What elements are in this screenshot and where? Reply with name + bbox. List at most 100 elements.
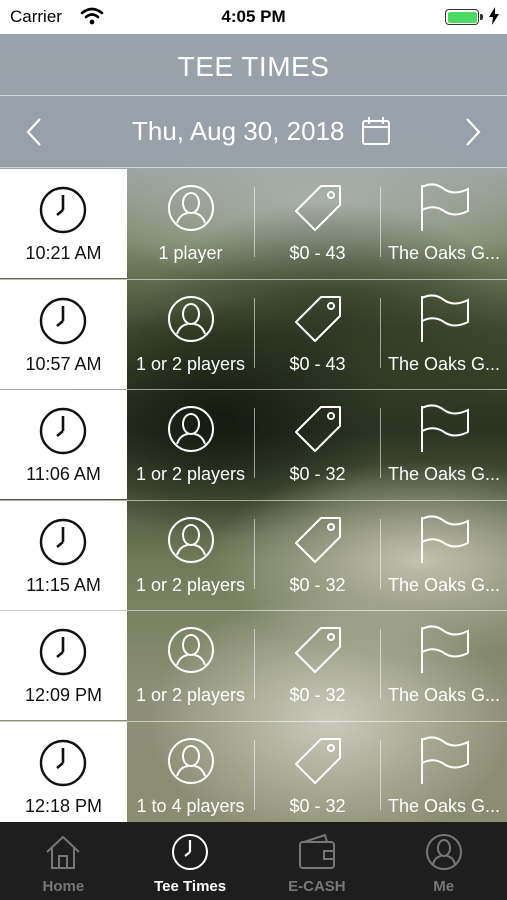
course-label: The Oaks G... <box>387 464 501 485</box>
user-icon <box>166 736 216 791</box>
tee-time-row[interactable]: 12:09 PM 1 or 2 players $0 - 32 The Oaks… <box>0 611 507 722</box>
battery-tip <box>480 14 483 20</box>
price-label: $0 - 43 <box>289 243 346 263</box>
players-label: 1 to 4 players <box>136 795 245 816</box>
status-bar: Carrier 4:05 PM <box>0 0 507 34</box>
tab-label: Me <box>433 878 455 895</box>
course-cell: The Oaks G... <box>381 280 507 389</box>
tee-time-row[interactable]: 12:18 PM 1 to 4 players $0 - 32 The Oaks… <box>0 721 507 833</box>
flag-icon <box>418 404 470 459</box>
course-cell: The Oaks G... <box>381 390 507 499</box>
tee-time-row[interactable]: 11:06 AM 1 or 2 players $0 - 32 The Oaks… <box>0 390 507 501</box>
price-label: $0 - 32 <box>289 464 346 485</box>
tee-time-row[interactable]: 10:57 AM 1 or 2 players $0 - 43 The Oaks… <box>0 279 507 391</box>
calendar-icon[interactable] <box>361 116 391 151</box>
course-label: The Oaks G... <box>387 574 501 595</box>
price-tag-icon <box>293 294 343 349</box>
price-cell: $0 - 43 <box>255 280 380 389</box>
tab-bar: Home Tee Times E-CASH Me <box>0 822 507 900</box>
tee-time-cell: 12:09 PM <box>0 611 127 721</box>
tee-time-cell: 11:06 AM <box>0 390 127 500</box>
players-cell: 1 to 4 players <box>127 722 254 831</box>
tee-time-cell: 11:15 AM <box>0 500 127 610</box>
tee-time-label: 10:21 AM <box>25 243 102 263</box>
tee-time-label: 12:18 PM <box>24 795 103 816</box>
players-label: 1 or 2 players <box>135 685 246 706</box>
previous-day-button[interactable] <box>20 116 50 148</box>
course-label: The Oaks G... <box>387 353 501 374</box>
course-label: The Oaks G... <box>387 243 501 263</box>
price-cell: $0 - 32 <box>255 722 380 831</box>
clock-icon <box>38 738 88 793</box>
tab-home[interactable]: Home <box>0 822 127 900</box>
user-icon <box>424 832 464 877</box>
price-label: $0 - 32 <box>289 795 346 816</box>
tee-time-cell: 10:21 AM <box>0 169 127 278</box>
clock-icon <box>38 406 88 461</box>
players-label: 1 or 2 players <box>135 464 246 485</box>
flag-icon <box>418 515 470 570</box>
price-label: $0 - 43 <box>289 353 346 374</box>
tab-label: Home <box>42 878 85 895</box>
price-cell: $0 - 32 <box>255 390 380 499</box>
user-icon <box>166 183 216 238</box>
tee-time-cell: 12:18 PM <box>0 721 127 831</box>
tee-time-list: 10:21 AM 1 player $0 - 43 The Oaks G... … <box>0 169 507 833</box>
price-label: $0 - 32 <box>289 685 346 706</box>
tee-time-row[interactable]: 10:21 AM 1 player $0 - 43 The Oaks G... <box>0 169 507 280</box>
tee-time-label: 12:09 PM <box>24 685 103 706</box>
course-cell: The Oaks G... <box>381 611 507 720</box>
players-cell: 1 player <box>127 169 254 278</box>
tee-time-label: 11:15 AM <box>26 574 101 595</box>
tab-me[interactable]: Me <box>380 822 507 900</box>
next-day-button[interactable] <box>457 116 487 148</box>
flag-icon <box>418 294 470 349</box>
wallet-icon <box>297 832 337 877</box>
tab-e-cash[interactable]: E-CASH <box>254 822 381 900</box>
flag-icon <box>418 736 470 791</box>
status-time: 4:05 PM <box>221 7 286 26</box>
price-label: $0 - 32 <box>289 574 346 595</box>
selected-date[interactable]: Thu, Aug 30, 2018 <box>132 116 345 147</box>
price-cell: $0 - 43 <box>255 169 380 278</box>
course-cell: The Oaks G... <box>381 722 507 831</box>
players-cell: 1 or 2 players <box>127 611 254 720</box>
charging-icon <box>489 7 499 29</box>
tee-time-row[interactable]: 11:15 AM 1 or 2 players $0 - 32 The Oaks… <box>0 500 507 612</box>
user-icon <box>166 625 216 680</box>
price-tag-icon <box>293 736 343 791</box>
user-icon <box>166 294 216 349</box>
course-cell: The Oaks G... <box>381 169 507 278</box>
price-cell: $0 - 32 <box>255 501 380 610</box>
user-icon <box>166 515 216 570</box>
clock-icon <box>38 296 88 351</box>
clock-icon <box>38 517 88 572</box>
flag-icon <box>418 183 470 238</box>
tab-label: E-CASH <box>288 878 346 895</box>
tee-time-cell: 10:57 AM <box>0 279 127 389</box>
course-cell: The Oaks G... <box>381 501 507 610</box>
course-label: The Oaks G... <box>387 795 501 816</box>
players-label: 1 player <box>158 243 223 263</box>
clock-icon <box>170 832 210 877</box>
price-cell: $0 - 32 <box>255 611 380 720</box>
tab-tee-times[interactable]: Tee Times <box>127 822 254 900</box>
players-cell: 1 or 2 players <box>127 280 254 389</box>
home-icon <box>43 832 83 877</box>
clock-icon <box>38 185 88 240</box>
price-tag-icon <box>293 625 343 680</box>
price-tag-icon <box>293 183 343 238</box>
clock-icon <box>38 627 88 682</box>
players-label: 1 or 2 players <box>135 353 246 374</box>
battery-icon <box>445 9 479 25</box>
flag-icon <box>418 625 470 680</box>
user-icon <box>166 404 216 459</box>
players-cell: 1 or 2 players <box>127 390 254 499</box>
tee-time-label: 11:06 AM <box>26 464 101 485</box>
tab-label: Tee Times <box>154 878 227 895</box>
tee-time-label: 10:57 AM <box>25 353 102 374</box>
price-tag-icon <box>293 404 343 459</box>
players-label: 1 or 2 players <box>135 574 246 595</box>
page-title: TEE TIMES <box>0 34 507 96</box>
players-cell: 1 or 2 players <box>127 501 254 610</box>
